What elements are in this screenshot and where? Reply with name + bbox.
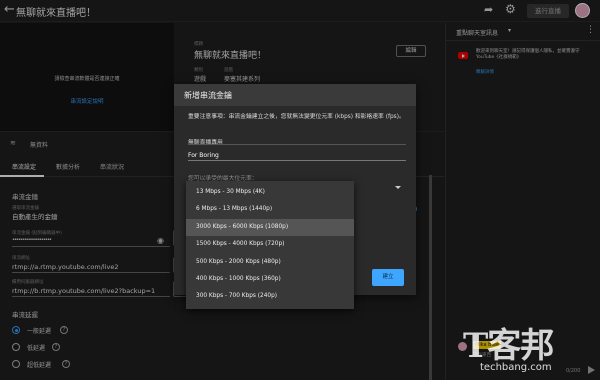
dialog-title: 新增串流金鑰 bbox=[184, 91, 232, 100]
bitrate-option-1080p[interactable]: 3000 Kbps - 6000 Kbps (1080p) bbox=[186, 218, 354, 237]
bitrate-option-360p[interactable]: 400 Kbps - 1000 Kbps (360p) bbox=[186, 271, 354, 288]
dialog-header: 新增串流金鑰 bbox=[174, 84, 416, 106]
key-name-underline bbox=[188, 160, 406, 161]
bitrate-option-720p[interactable]: 1500 Kbps - 4000 Kbps (720p) bbox=[186, 236, 354, 253]
bitrate-option-480p[interactable]: 500 Kbps - 2000 Kbps (480p) bbox=[186, 254, 354, 271]
divider bbox=[188, 144, 406, 145]
bitrate-dropdown-menu: 13 Mbps - 30 Mbps (4K) 6 Mbps - 13 Mbps … bbox=[186, 181, 354, 309]
bitrate-option-4k[interactable]: 13 Mbps - 30 Mbps (4K) bbox=[186, 184, 354, 201]
create-button[interactable]: 建立 bbox=[372, 269, 404, 286]
dialog-warning: 重要注意事項：串流金鑰建立之後，您就無法變更位元率 (kbps) 和影格速率 (… bbox=[188, 114, 405, 120]
watermark-logo: T客邦 bbox=[463, 326, 554, 366]
watermark-url: techbang.com bbox=[480, 362, 552, 373]
chevron-down-icon[interactable] bbox=[395, 186, 401, 189]
key-name-input[interactable]: For Boring bbox=[188, 152, 219, 159]
bitrate-option-240p[interactable]: 300 Kbps - 700 Kbps (240p) bbox=[186, 288, 354, 305]
bitrate-option-1440p[interactable]: 6 Mbps - 13 Mbps (1440p) bbox=[186, 201, 354, 218]
